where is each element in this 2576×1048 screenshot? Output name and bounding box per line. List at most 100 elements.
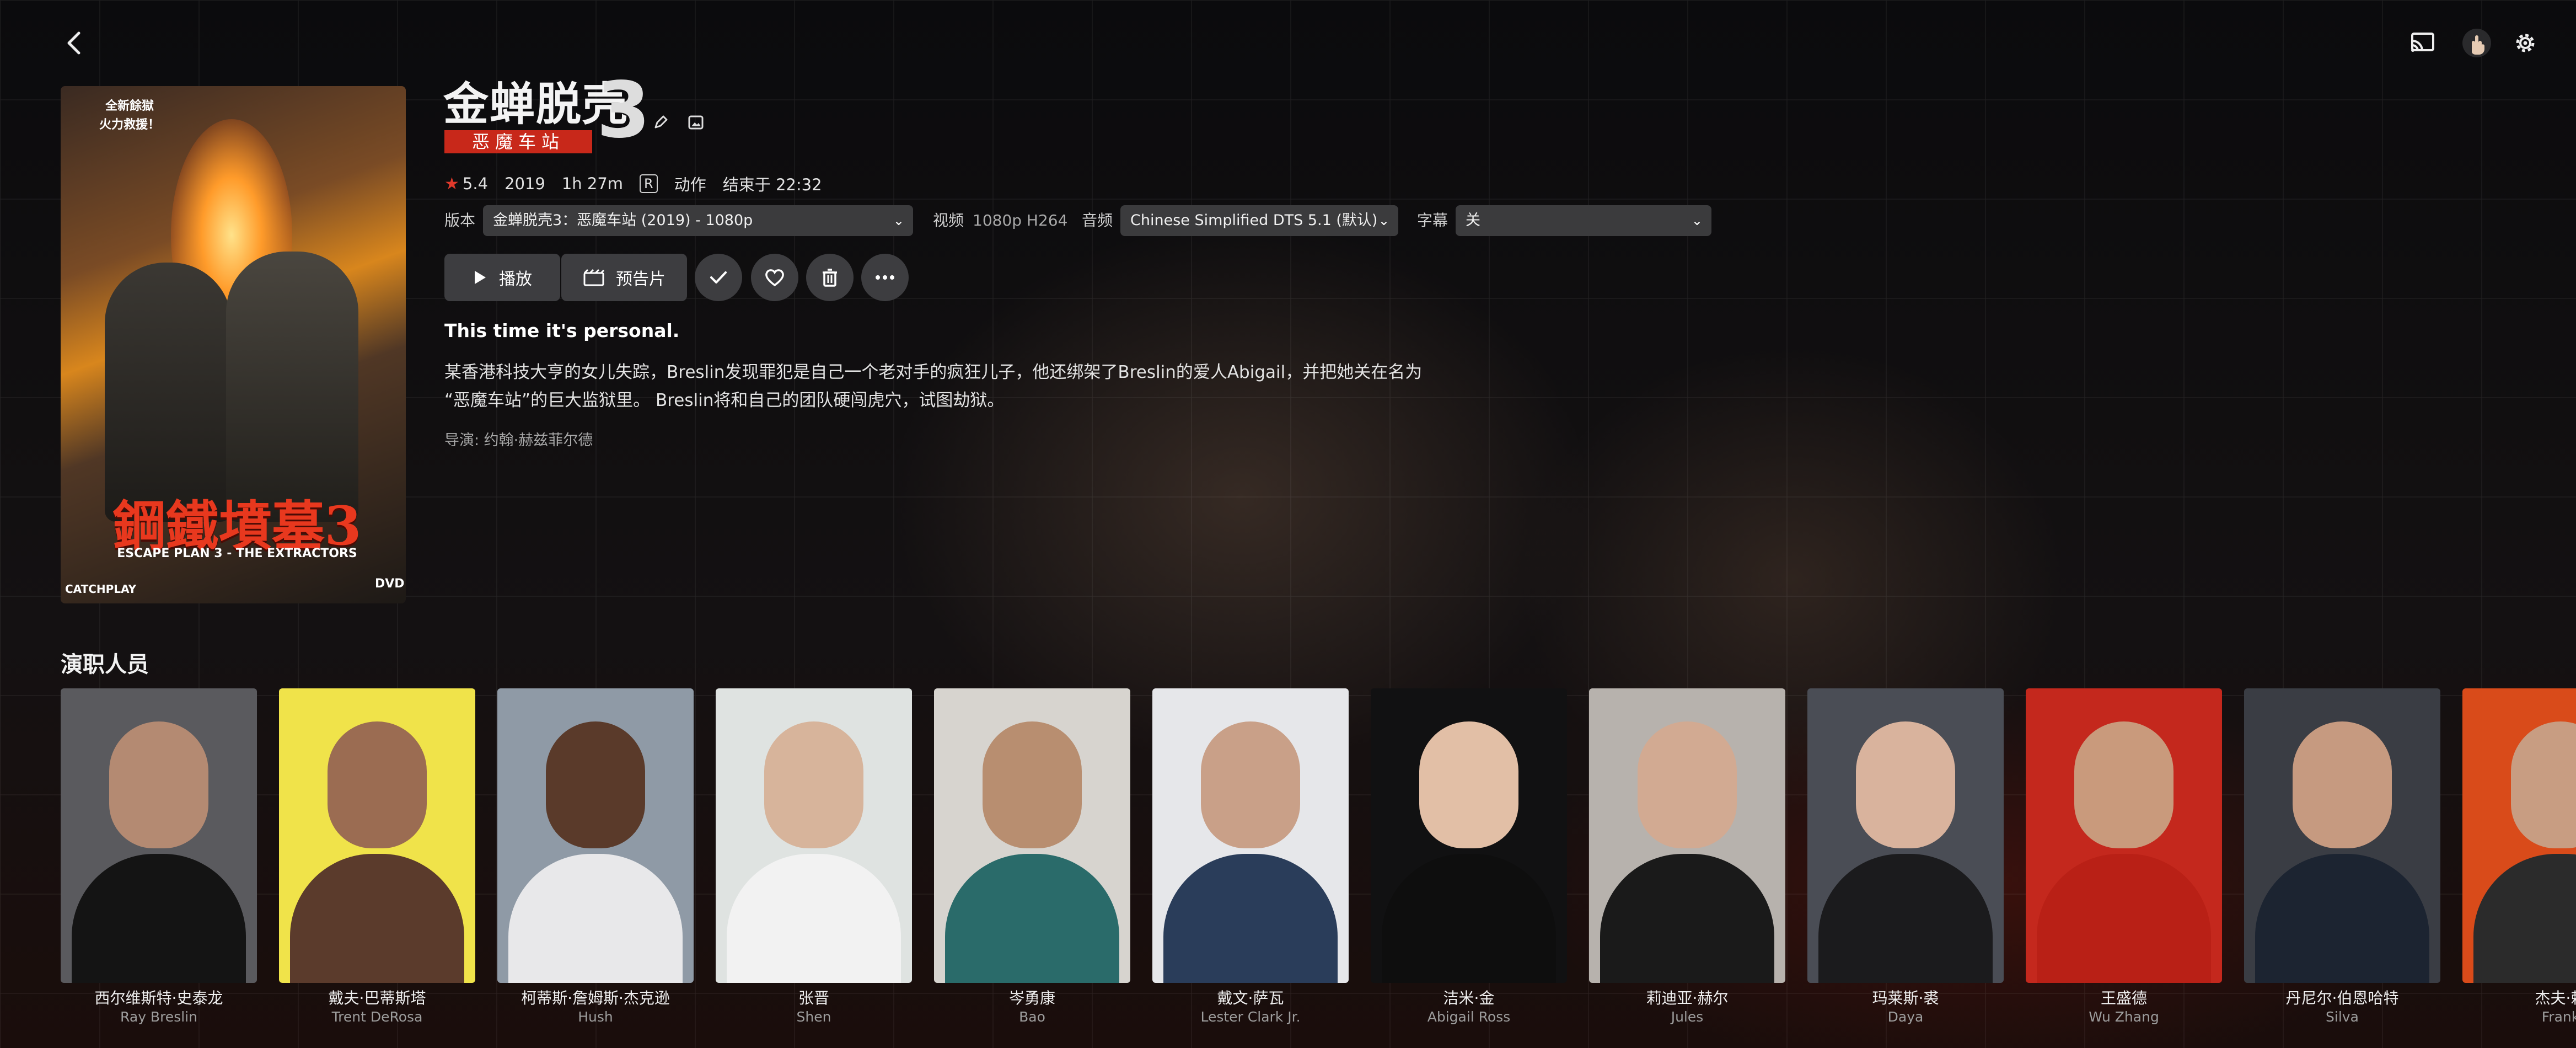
cast-role: Frank <box>2541 1009 2576 1025</box>
star-icon: ★ <box>444 174 459 194</box>
cast-card[interactable]: 莉迪亚·赫尔 Jules <box>1589 688 1785 1026</box>
cast-card[interactable]: 戴夫·巴蒂斯塔 Trent DeRosa <box>279 688 475 1026</box>
more-button[interactable] <box>861 254 909 301</box>
favorite-button[interactable] <box>751 254 798 301</box>
more-horizontal-icon <box>876 275 894 280</box>
video-label: 视频 <box>933 211 964 229</box>
cast-photo-body <box>2255 854 2429 983</box>
cast-name: 玛莱斯·裘 <box>1872 989 1939 1007</box>
trailer-button[interactable]: 预告片 <box>561 254 687 301</box>
media-info-row: ★ 5.4 2019 1h 27m R 动作 结束于 22:32 <box>444 172 822 195</box>
cast-photo <box>1371 688 1567 983</box>
director-link[interactable]: 导演: 约翰·赫兹菲尔德 <box>444 428 593 450</box>
poster-figure <box>226 252 358 522</box>
cast-photo <box>716 688 912 983</box>
cast-photo <box>2244 688 2440 983</box>
cast-photo-face <box>109 721 208 848</box>
cast-name: 西尔维斯特·史泰龙 <box>94 989 223 1007</box>
cast-name: 张晋 <box>798 989 829 1007</box>
cast-card[interactable]: 柯蒂斯·詹姆斯·杰克逊 Hush <box>497 688 694 1026</box>
cast-card[interactable]: 王盛德 Wu Zhang <box>2026 688 2222 1026</box>
cast-name: 戴文·萨瓦 <box>1217 989 1284 1007</box>
cast-role: Ray Breslin <box>120 1009 197 1025</box>
cast-photo <box>279 688 475 983</box>
delete-button[interactable] <box>806 254 854 301</box>
pencil-icon <box>654 115 668 129</box>
cast-role: Jules <box>1671 1009 1704 1025</box>
genre: 动作 <box>674 175 706 194</box>
play-button[interactable]: 播放 <box>444 254 560 301</box>
cast-photo-body <box>1818 854 1993 983</box>
cast-photo <box>2462 688 2576 983</box>
version-select[interactable]: 金蝉脱壳3：恶魔车站 (2019) - 1080p ⌄ <box>483 205 913 236</box>
official-rating-badge: R <box>640 174 658 193</box>
cast-photo-face <box>2511 721 2576 848</box>
cast-role: Hush <box>578 1009 613 1025</box>
settings-button[interactable] <box>2509 26 2542 60</box>
hand-avatar-icon <box>2462 29 2491 57</box>
cast-photo-body <box>1382 854 1556 983</box>
cast-photo-body <box>508 854 683 983</box>
cast-card[interactable]: 杰夫·赖 Frank <box>2462 688 2576 1026</box>
trailer-label: 预告片 <box>616 270 666 289</box>
subtitle-select-value: 关 <box>1466 212 1480 229</box>
cast-photo <box>2026 688 2222 983</box>
cast-photo <box>1807 688 2004 983</box>
cast-photo-body <box>290 854 464 983</box>
title-logo-number: 3 <box>597 66 651 156</box>
cast-card[interactable]: 玛莱斯·裘 Daya <box>1807 688 2004 1026</box>
overview-line: 某香港科技大亨的女儿失踪，Breslin发现罪犯是自己一个老对手的疯狂儿子，他还… <box>444 362 1423 382</box>
edit-metadata-button[interactable] <box>651 113 670 132</box>
poster-subtitle: ESCAPE PLAN 3 - THE EXTRACTORS <box>117 547 357 560</box>
poster-tagline: 全新餘獄 火力救援！ <box>99 99 160 132</box>
cast-photo-body <box>1163 854 1338 983</box>
cast-role: Daya <box>1887 1009 1924 1025</box>
cast-card[interactable]: 西尔维斯特·史泰龙 Ray Breslin <box>61 688 257 1026</box>
chevron-down-icon: ⌄ <box>1691 213 1703 228</box>
cast-name: 洁米·金 <box>1443 989 1495 1007</box>
cast-photo-body <box>72 854 246 983</box>
cast-role: Abigail Ross <box>1427 1009 1511 1025</box>
subtitle-select[interactable]: 关 ⌄ <box>1456 205 1711 236</box>
cast-photo-face <box>328 721 427 848</box>
cast-card[interactable]: 戴文·萨瓦 Lester Clark Jr. <box>1152 688 1349 1026</box>
poster-dvd-logo: DVD <box>375 577 405 591</box>
version-label: 版本 <box>444 211 476 229</box>
cast-photo <box>934 688 1130 983</box>
chevron-left-icon <box>67 31 80 55</box>
user-avatar-button[interactable] <box>2459 25 2494 61</box>
cast-card[interactable]: 张晋 Shen <box>716 688 912 1026</box>
cast-button[interactable] <box>2406 26 2439 60</box>
audio-select[interactable]: Chinese Simplified DTS 5.1 (默认) ⌄ <box>1120 205 1398 236</box>
edit-images-button[interactable] <box>686 113 706 132</box>
cast-photo <box>1152 688 1349 983</box>
cast-card[interactable]: 岑勇康 Bao <box>934 688 1130 1026</box>
heart-icon <box>765 269 784 287</box>
cast-photo-face <box>1638 721 1737 848</box>
cast-role: Wu Zhang <box>2089 1009 2159 1025</box>
cast-photo-body <box>945 854 1119 983</box>
video-info: 1080p H264 <box>973 211 1068 229</box>
tagline: This time it's personal. <box>444 320 680 341</box>
cast-name: 岑勇康 <box>1008 989 1055 1007</box>
cast-name: 王盛德 <box>2100 989 2147 1007</box>
cast-card[interactable]: 洁米·金 Abigail Ross <box>1371 688 1567 1026</box>
cast-photo-body <box>2473 854 2576 983</box>
cast-card[interactable]: 丹尼尔·伯恩哈特 Silva <box>2244 688 2440 1026</box>
cast-photo-body <box>2037 854 2211 983</box>
cast-name: 戴夫·巴蒂斯塔 <box>328 989 426 1007</box>
cast-photo-face <box>764 721 863 848</box>
overview: 某香港科技大亨的女儿失踪，Breslin发现罪犯是自己一个老对手的疯狂儿子，他还… <box>444 359 1492 415</box>
audio-select-value: Chinese Simplified DTS 5.1 (默认) <box>1130 212 1378 229</box>
cast-name: 丹尼尔·伯恩哈特 <box>2285 989 2399 1007</box>
back-button[interactable] <box>57 26 90 60</box>
poster-brand: CATCHPLAY <box>65 582 137 596</box>
film-icon <box>583 269 605 286</box>
image-icon <box>688 115 704 130</box>
play-icon <box>475 271 486 284</box>
mark-played-button[interactable] <box>695 254 742 301</box>
cast-photo-face <box>2074 721 2174 848</box>
play-label: 播放 <box>499 270 532 289</box>
subtitle-label: 字幕 <box>1417 211 1448 229</box>
cast-section-title: 演职人员 <box>61 652 149 677</box>
